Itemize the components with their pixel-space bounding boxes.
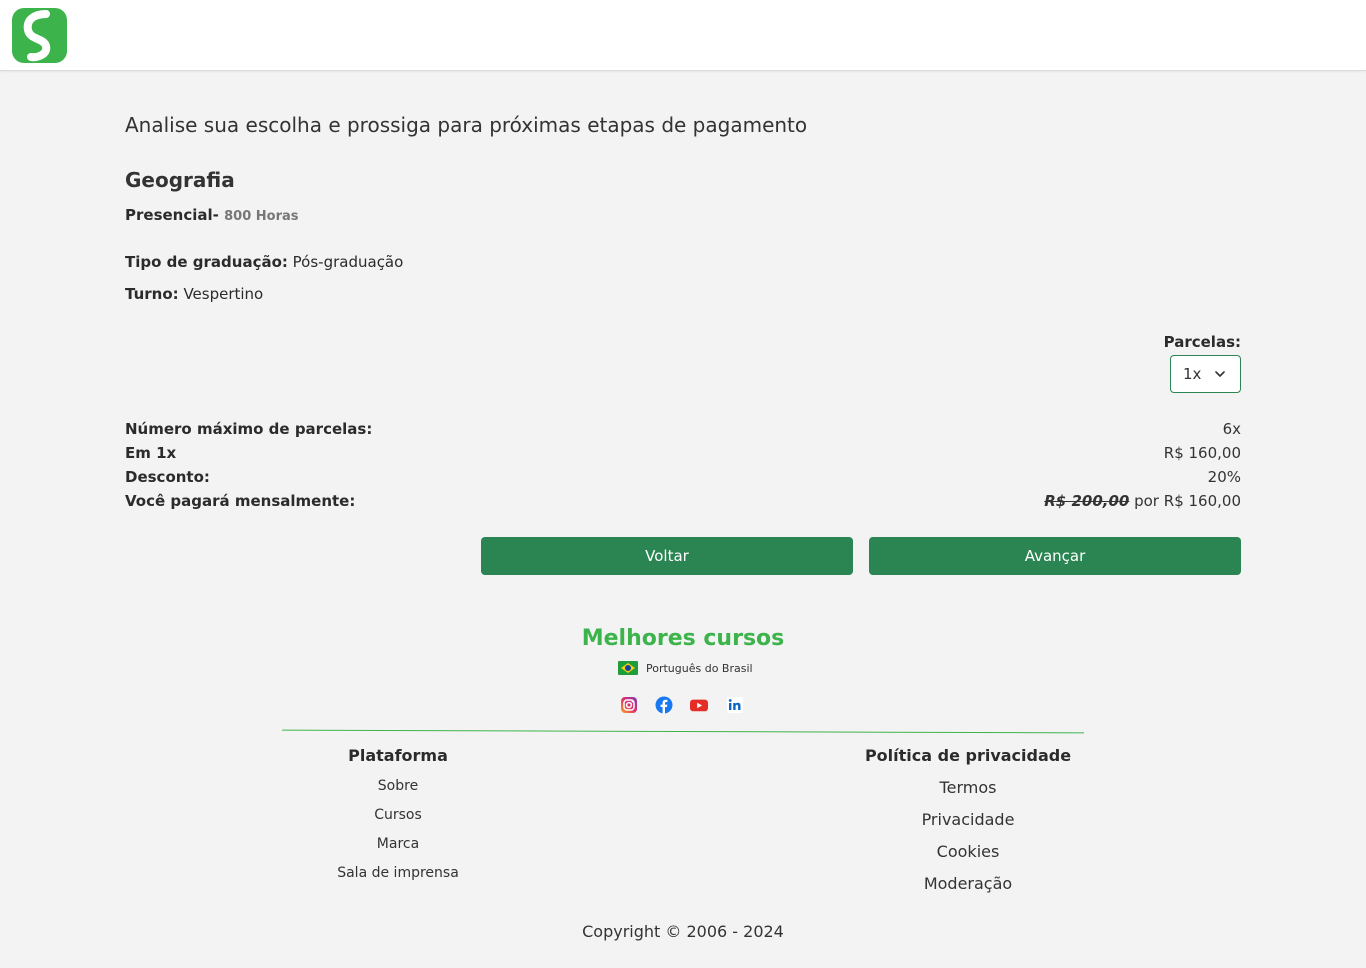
max-installments-row: Número máximo de parcelas: 6x [125,417,1241,441]
graduation-type-label: Tipo de graduação: [125,253,288,271]
page-heading: Analise sua escolha e prossiga para próx… [125,113,808,137]
shift-value: Vespertino [183,285,264,303]
single-payment-row: Em 1x R$ 160,00 [125,441,1241,465]
monthly-new-price: R$ 160,00 [1163,492,1241,510]
footer-link-privacidade[interactable]: Privacidade [868,810,1068,829]
footer-link-sala-de-imprensa[interactable]: Sala de imprensa [298,865,498,881]
footer-link-sobre[interactable]: Sobre [298,778,498,794]
privacy-title: Política de privacidade [864,746,1072,765]
monthly-old-price: R$ 200,00 [1044,492,1130,510]
linkedin-icon[interactable] [726,696,744,714]
installments-selected: 1x [1183,365,1202,383]
footer-brand: Melhores cursos [581,626,785,651]
installments-label: Parcelas: [1163,333,1241,351]
monthly-connector: por [1134,492,1159,510]
course-name: Geografia [125,168,235,192]
logo-icon[interactable] [12,8,67,63]
brazil-flag-icon [618,661,638,675]
footer-divider [282,729,1084,734]
footer-link-cookies[interactable]: Cookies [868,842,1068,861]
platform-title: Plataforma [348,746,448,765]
footer-link-termos[interactable]: Termos [868,778,1068,797]
single-payment-value: R$ 160,00 [1163,444,1241,462]
graduation-type: Tipo de graduação: Pós-graduação [125,253,403,271]
top-bar [0,0,1366,71]
discount-label: Desconto: [125,468,210,486]
course-modality: Presencial- 800 Horas [125,206,299,224]
shift: Turno: Vespertino [125,285,263,303]
footer-link-marca[interactable]: Marca [298,836,498,852]
modality-label: Presencial- [125,206,219,224]
max-installments-label: Número máximo de parcelas: [125,420,373,438]
monthly-row: Você pagará mensalmente: R$ 200,00 por R… [125,489,1241,513]
chevron-down-icon [1215,371,1225,377]
footer-link-cursos[interactable]: Cursos [298,807,498,823]
single-payment-label: Em 1x [125,444,177,462]
back-button[interactable]: Voltar [481,537,853,575]
max-installments-value: 6x [1222,420,1241,438]
youtube-icon[interactable] [690,696,708,714]
footer-link-moderacao[interactable]: Moderação [868,874,1068,893]
course-hours: 800 Horas [224,209,299,224]
copyright: Copyright © 2006 - 2024 [582,922,784,941]
discount-value: 20% [1207,468,1241,486]
installments-select[interactable]: 1x [1170,355,1241,393]
instagram-icon[interactable] [620,696,638,714]
discount-row: Desconto: 20% [125,465,1241,489]
shift-label: Turno: [125,285,179,303]
language-label: Português do Brasil [646,661,753,675]
monthly-label: Você pagará mensalmente: [125,492,356,510]
monthly-value: R$ 200,00 por R$ 160,00 [1044,492,1241,510]
language-selector[interactable]: Português do Brasil [618,661,753,675]
next-button[interactable]: Avançar [869,537,1241,575]
facebook-icon[interactable] [655,696,673,714]
graduation-type-value: Pós-graduação [292,253,404,271]
